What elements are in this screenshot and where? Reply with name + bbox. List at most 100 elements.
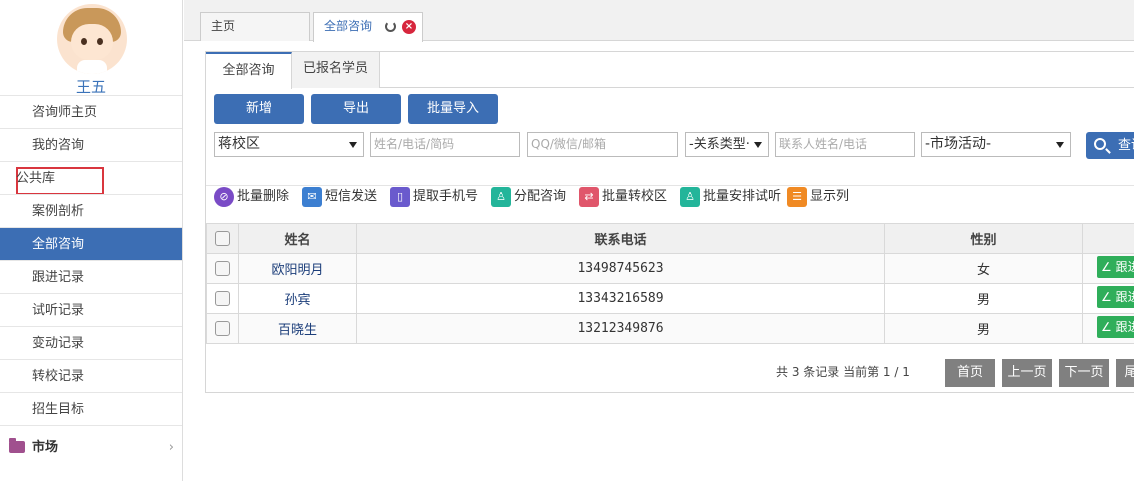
- sidebar-item-case-analysis[interactable]: 案例剖析: [0, 194, 182, 227]
- sms-send-action[interactable]: ✉ 短信发送: [302, 186, 377, 208]
- subtab-all-consults[interactable]: 全部咨询: [206, 52, 292, 89]
- envelope-icon: ✉: [302, 187, 322, 207]
- sidebar-item-change-records[interactable]: 变动记录: [0, 326, 182, 359]
- avatar-body: [77, 60, 107, 74]
- sidebar-item-label: 转校记录: [32, 369, 85, 384]
- cell-name[interactable]: 百晓生: [238, 313, 357, 344]
- market-activity-value: -市场活动-: [925, 136, 992, 152]
- cell-gender: 女: [884, 253, 1083, 284]
- caret-down-icon: [1056, 142, 1064, 148]
- market-activity-select[interactable]: -市场活动-: [921, 132, 1071, 157]
- delete-icon: ⊘: [214, 187, 234, 207]
- sidebar-item-label: 跟进记录: [32, 270, 85, 285]
- sidebar-item-label: 全部咨询: [32, 237, 85, 252]
- sidebar-item-trial-records[interactable]: 试听记录: [0, 293, 182, 326]
- sidebar-item-transfer-records[interactable]: 转校记录: [0, 359, 182, 392]
- column-header-name[interactable]: 姓名: [238, 223, 357, 254]
- export-button[interactable]: 导出: [311, 94, 401, 124]
- cell-name[interactable]: 欧阳明月: [238, 253, 357, 284]
- next-page-button[interactable]: 下一页: [1059, 359, 1109, 387]
- sidebar-item-follow-records[interactable]: 跟进记录: [0, 260, 182, 293]
- subtab-enrolled-students[interactable]: 已报名学员: [292, 52, 380, 88]
- cell-actions: ∠ 跟进: [1082, 253, 1134, 284]
- action-bar: ⊘ 批量删除 ✉ 短信发送 ▯ 提取手机号 ♙ 分配咨询 ⇄ 批量转校区 ♙ 批量安排试听 …: [206, 185, 1134, 209]
- sidebar-item-label: 试听记录: [32, 303, 85, 318]
- select-all-checkbox[interactable]: [215, 231, 230, 246]
- bulk-schedule-trial-action[interactable]: ♙ 批量安排试听: [680, 186, 781, 208]
- qq-wechat-email-input[interactable]: QQ/微信/邮箱: [527, 132, 678, 157]
- sidebar-item-my-consults[interactable]: 我的咨询: [0, 128, 182, 161]
- cell-phone: 13498745623: [356, 253, 885, 284]
- sidebar-section-market[interactable]: 市场 ›: [0, 425, 182, 469]
- campus-select-value: 蒋校区: [218, 136, 260, 152]
- cell-gender: 男: [884, 313, 1083, 344]
- sidebar-item-label: 案例剖析: [32, 204, 85, 219]
- extract-phone-action[interactable]: ▯ 提取手机号: [390, 186, 478, 208]
- contact-person-input[interactable]: 联系人姓名/电话: [775, 132, 915, 157]
- add-button[interactable]: 新增: [214, 94, 304, 124]
- tab-label: 全部咨询: [324, 19, 373, 33]
- sidebar-item-enrollment-goals[interactable]: 招生目标: [0, 392, 182, 425]
- name-phone-input[interactable]: 姓名/电话/简码: [370, 132, 520, 157]
- cell-actions: ∠ 跟进: [1082, 283, 1134, 314]
- sidebar: 王五 咨询师主页 我的咨询 公共库 案例剖析 全部咨询 跟进记录 试听记录 变动…: [0, 0, 183, 481]
- row-checkbox[interactable]: [215, 261, 230, 276]
- phone-icon: ▯: [390, 187, 410, 207]
- cell-phone: 13212349876: [356, 313, 885, 344]
- tab-label: 主页: [211, 19, 236, 33]
- sidebar-item-counselor-home[interactable]: 咨询师主页: [0, 95, 182, 128]
- close-icon[interactable]: ×: [402, 20, 416, 34]
- avatar-eye-right: [97, 38, 103, 45]
- follow-up-button[interactable]: ∠ 跟进: [1097, 255, 1134, 278]
- sidebar-item-label: 变动记录: [32, 336, 85, 351]
- user-profile: 王五: [0, 0, 182, 97]
- table-row: 欧阳明月 13498745623 女 ∠ 跟进: [206, 253, 1134, 284]
- main-content: 主页 全部咨询 × 全部咨询 已报名学员 新增 导出 批量导入 蒋校区 姓名/电…: [184, 0, 1134, 481]
- campus-select[interactable]: 蒋校区: [214, 132, 364, 157]
- bulk-delete-action[interactable]: ⊘ 批量删除: [214, 186, 289, 208]
- list-icon: ☰: [787, 187, 807, 207]
- tab-all-consults[interactable]: 全部咨询 ×: [313, 12, 423, 42]
- bulk-import-button[interactable]: 批量导入: [408, 94, 498, 124]
- column-header-gender[interactable]: 性别: [884, 223, 1083, 254]
- folder-icon: [9, 438, 25, 453]
- action-label: 提取手机号: [413, 189, 479, 204]
- action-label: 显示列: [810, 189, 850, 204]
- sidebar-item-public-pool[interactable]: 公共库: [0, 161, 182, 195]
- user-name[interactable]: 王五: [0, 76, 182, 97]
- column-header-actions: [1082, 223, 1134, 254]
- prev-page-button[interactable]: 上一页: [1002, 359, 1052, 387]
- avatar[interactable]: [57, 4, 127, 74]
- sidebar-item-label: 咨询师主页: [32, 105, 98, 120]
- bulk-transfer-campus-action[interactable]: ⇄ 批量转校区: [579, 186, 667, 208]
- follow-up-button[interactable]: ∠ 跟进: [1097, 315, 1134, 338]
- table-header-row: 姓名 联系电话 性别: [206, 223, 1134, 254]
- row-checkbox[interactable]: [215, 291, 230, 306]
- table-row: 百晓生 13212349876 男 ∠ 跟进: [206, 313, 1134, 344]
- column-header-phone[interactable]: 联系电话: [356, 223, 885, 254]
- sidebar-item-all-consults[interactable]: 全部咨询: [0, 227, 182, 260]
- sidebar-section-label: 市场: [32, 440, 59, 455]
- consult-table: 姓名 联系电话 性别 欧阳明月 13498745623 女 ∠ 跟进 孙宾 13…: [206, 223, 1134, 344]
- query-button[interactable]: 查询: [1086, 132, 1134, 159]
- last-page-button[interactable]: 尾: [1116, 359, 1134, 387]
- select-all-cell: [206, 223, 239, 254]
- refresh-icon[interactable]: [385, 21, 396, 32]
- tab-home[interactable]: 主页: [200, 12, 310, 41]
- show-columns-action[interactable]: ☰ 显示列: [787, 186, 849, 208]
- cell-name[interactable]: 孙宾: [238, 283, 357, 314]
- caret-down-icon: [349, 142, 357, 148]
- sidebar-item-label: 公共库: [16, 171, 56, 186]
- relation-type-select[interactable]: -关系类型·: [685, 132, 769, 157]
- row-select-cell: [206, 313, 239, 344]
- follow-up-button[interactable]: ∠ 跟进: [1097, 285, 1134, 308]
- query-button-label: 查询: [1118, 138, 1134, 153]
- assign-consult-action[interactable]: ♙ 分配咨询: [491, 186, 566, 208]
- sub-tab-bar: 全部咨询 已报名学员: [206, 52, 1134, 89]
- relation-type-value: -关系类型·: [689, 137, 750, 152]
- first-page-button[interactable]: 首页: [945, 359, 995, 387]
- cell-phone: 13343216589: [356, 283, 885, 314]
- action-label: 短信发送: [325, 189, 378, 204]
- avatar-eye-left: [81, 38, 87, 45]
- row-checkbox[interactable]: [215, 321, 230, 336]
